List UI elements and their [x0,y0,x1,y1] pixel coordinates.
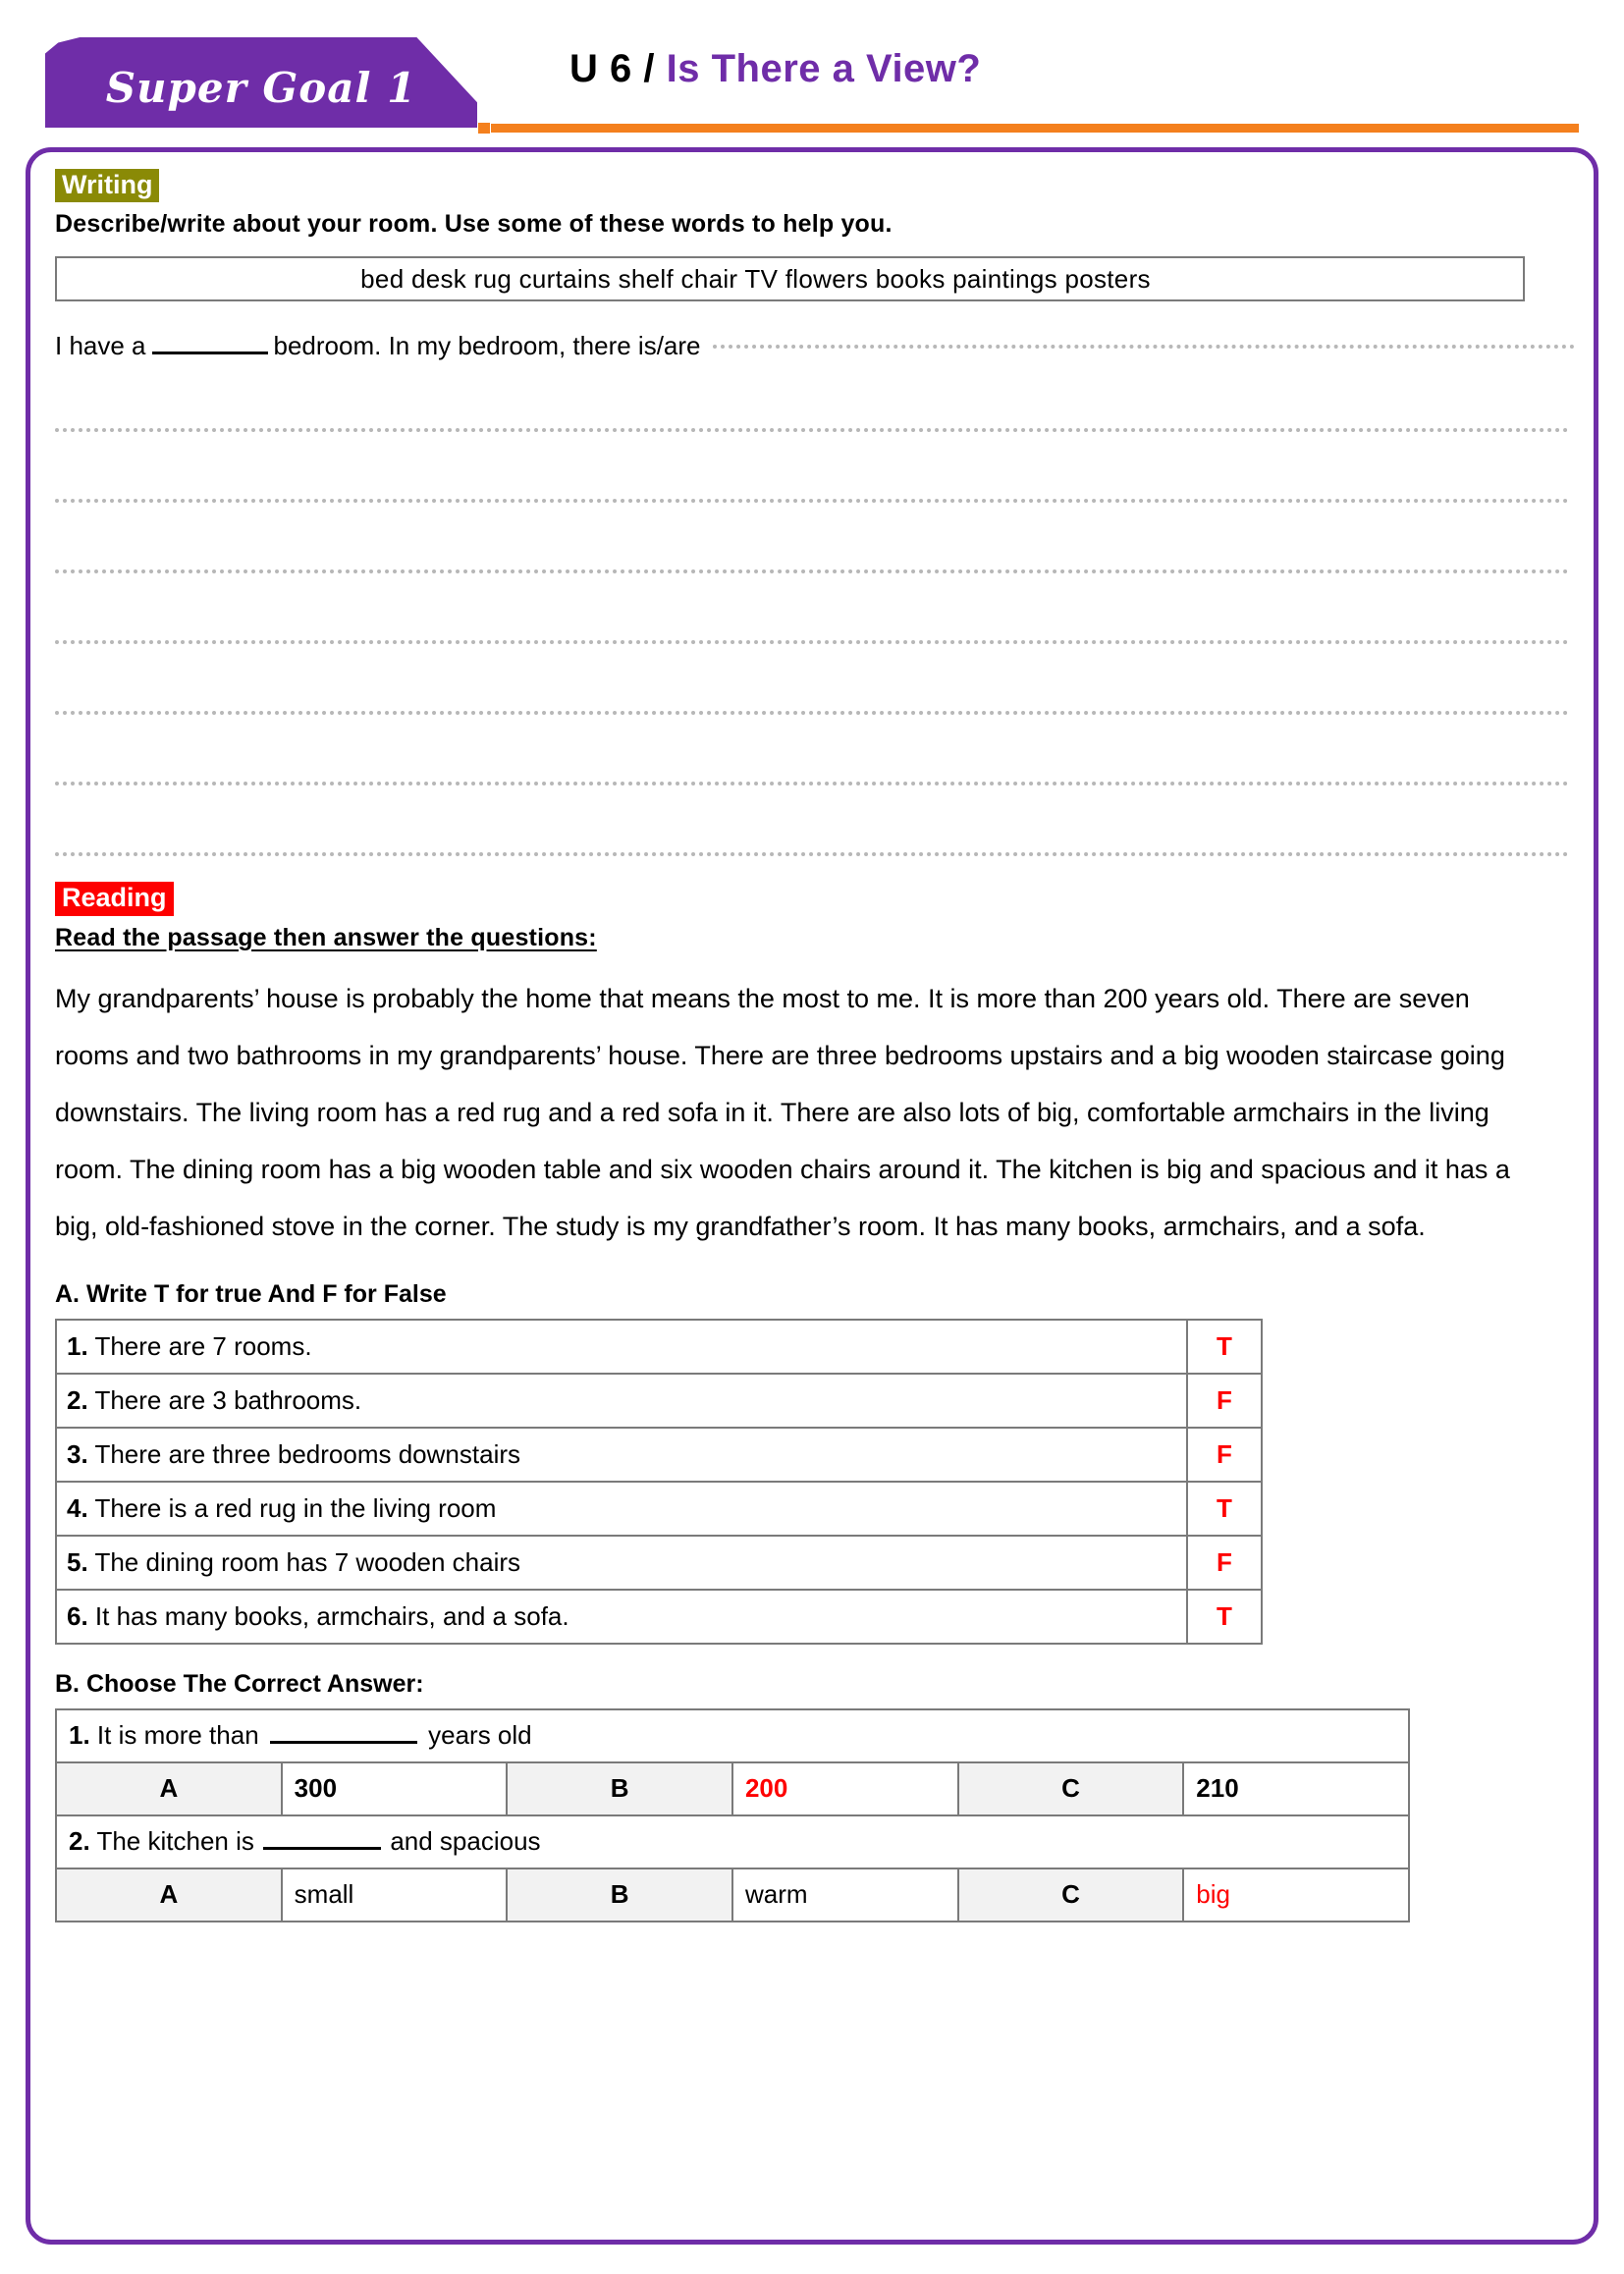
mc-question-blank[interactable] [269,1724,417,1745]
tf-answer-cell[interactable]: T [1186,1480,1263,1537]
reading-passage: My grandparents’ house is probably the h… [55,983,1510,1241]
worksheet-content: Writing Describe/write about your room. … [55,169,1575,1922]
writing-section-tag: Writing [55,169,160,203]
tf-row-number: 6. [67,1600,88,1631]
mc-question-cell: 1. It is more than years old [55,1707,1410,1763]
writing-dotted-line-0[interactable] [712,345,1575,350]
tf-row-number: 3. [67,1438,88,1469]
tf-row-number: 5. [67,1546,88,1577]
table-row: A 300 B 200 C 210 [55,1760,1410,1816]
tf-answer-cell[interactable]: F [1186,1534,1263,1591]
tf-statement-cell: 1. There are 7 rooms. [55,1318,1188,1375]
table-row: 6. It has many books, armchairs, and a s… [55,1588,1263,1645]
mc-option-letter-b: B [506,1867,733,1922]
tf-row-text: There are 7 rooms. [94,1330,312,1361]
prompt-text-start: I have a [55,331,146,361]
tf-row-number: 1. [67,1330,88,1361]
mc-option-c[interactable]: 210 [1182,1760,1410,1816]
mc-option-letter-c: C [956,1760,1185,1816]
tf-statement-cell: 6. It has many books, armchairs, and a s… [55,1588,1188,1645]
page-header: Super Goal 1 U 6 / Is There a View? [0,0,1624,137]
mc-question-text-before: It is more than [96,1720,259,1751]
mc-question-number: 2. [69,1826,90,1857]
writing-section: Writing Describe/write about your room. … [55,169,1575,857]
prompt-text-middle: bedroom. In my bedroom, there is/are [273,331,701,361]
table-row: 3. There are three bedrooms downstairs F [55,1426,1263,1483]
mc-question-text-after: years old [428,1720,532,1751]
multiple-choice-table: 1. It is more than years old A 300 B 200… [55,1707,1410,1922]
page-title: U 6 / Is There a View? [569,47,981,91]
part-a-title: A. Write T for true And F for False [55,1279,447,1308]
prompt-blank[interactable] [151,333,268,355]
tf-row-text: The dining room has 7 wooden chairs [94,1546,521,1577]
mc-option-letter-a: A [55,1760,283,1816]
table-row: 2. The kitchen is and spacious [55,1814,1410,1869]
mc-question-text-after: and spacious [390,1826,541,1857]
table-row: 1. It is more than years old [55,1707,1410,1763]
writing-dotted-line-2[interactable] [55,432,1569,504]
writing-dotted-line-4[interactable] [55,573,1569,645]
table-row: 1. There are 7 rooms. T [55,1318,1263,1375]
mc-option-letter-c: C [956,1867,1185,1922]
writing-answer-lines[interactable] [55,361,1575,857]
true-false-table: 1. There are 7 rooms. T 2. There are 3 b… [55,1318,1263,1645]
mc-option-b[interactable]: 200 [731,1760,959,1816]
tf-answer-cell[interactable]: T [1186,1588,1263,1645]
mc-option-letter-a: A [55,1867,283,1922]
reading-section: Reading Read the passage then answer the… [55,882,1575,1254]
writing-dotted-line-1[interactable] [55,361,1569,433]
writing-prompt-line: I have a bedroom. In my bedroom, there i… [55,331,1575,361]
unit-topic: Is There a View? [666,47,982,90]
tf-row-text: It has many books, armchairs, and a sofa… [94,1600,569,1631]
mc-question-number: 1. [69,1720,90,1751]
table-row: 5. The dining room has 7 wooden chairs F [55,1534,1263,1591]
table-row: 2. There are 3 bathrooms. F [55,1372,1263,1429]
table-row: A small B warm C big [55,1867,1410,1922]
mc-option-a[interactable]: 300 [280,1760,509,1816]
reading-instruction: Read the passage then answer the questio… [55,923,597,951]
word-bank-box: bed desk rug curtains shelf chair TV flo… [55,256,1525,302]
mc-option-letter-b: B [506,1760,733,1816]
tf-row-number: 4. [67,1492,88,1523]
tf-row-text: There are 3 bathrooms. [94,1384,362,1415]
book-tab-label: Super Goal 1 [105,63,417,112]
tf-statement-cell: 5. The dining room has 7 wooden chairs [55,1534,1188,1591]
orange-rule-cap [477,122,491,135]
word-bank-words: bed desk rug curtains shelf chair TV flo… [360,263,1151,294]
mc-option-b[interactable]: warm [731,1867,959,1922]
tf-statement-cell: 2. There are 3 bathrooms. [55,1372,1188,1429]
mc-option-c[interactable]: big [1182,1867,1410,1922]
writing-dotted-line-5[interactable] [55,644,1569,716]
orange-divider-rule [477,124,1579,133]
part-b-section: B. Choose The Correct Answer: 1. It is m… [55,1670,1575,1922]
tf-statement-cell: 3. There are three bedrooms downstairs [55,1426,1188,1483]
reading-section-tag: Reading [55,882,174,916]
tf-statement-cell: 4. There is a red rug in the living room [55,1480,1188,1537]
mc-option-a[interactable]: small [280,1867,509,1922]
mc-question-blank[interactable] [263,1830,382,1851]
writing-dotted-line-7[interactable] [55,785,1569,857]
writing-instruction: Describe/write about your room. Use some… [55,210,893,239]
part-b-title: B. Choose The Correct Answer: [55,1669,424,1698]
tf-row-text: There is a red rug in the living room [94,1492,497,1523]
tf-row-number: 2. [67,1384,88,1415]
table-row: 4. There is a red rug in the living room… [55,1480,1263,1537]
mc-question-cell: 2. The kitchen is and spacious [55,1814,1410,1869]
tf-answer-cell[interactable]: F [1186,1426,1263,1483]
part-a-section: A. Write T for true And F for False 1. T… [55,1280,1575,1645]
tf-row-text: There are three bedrooms downstairs [94,1438,520,1469]
tf-answer-cell[interactable]: F [1186,1372,1263,1429]
mc-question-text-before: The kitchen is [96,1826,254,1857]
writing-dotted-line-6[interactable] [55,715,1569,786]
writing-dotted-line-3[interactable] [55,503,1569,574]
tf-answer-cell[interactable]: T [1186,1318,1263,1375]
unit-number: U 6 / [569,47,655,90]
